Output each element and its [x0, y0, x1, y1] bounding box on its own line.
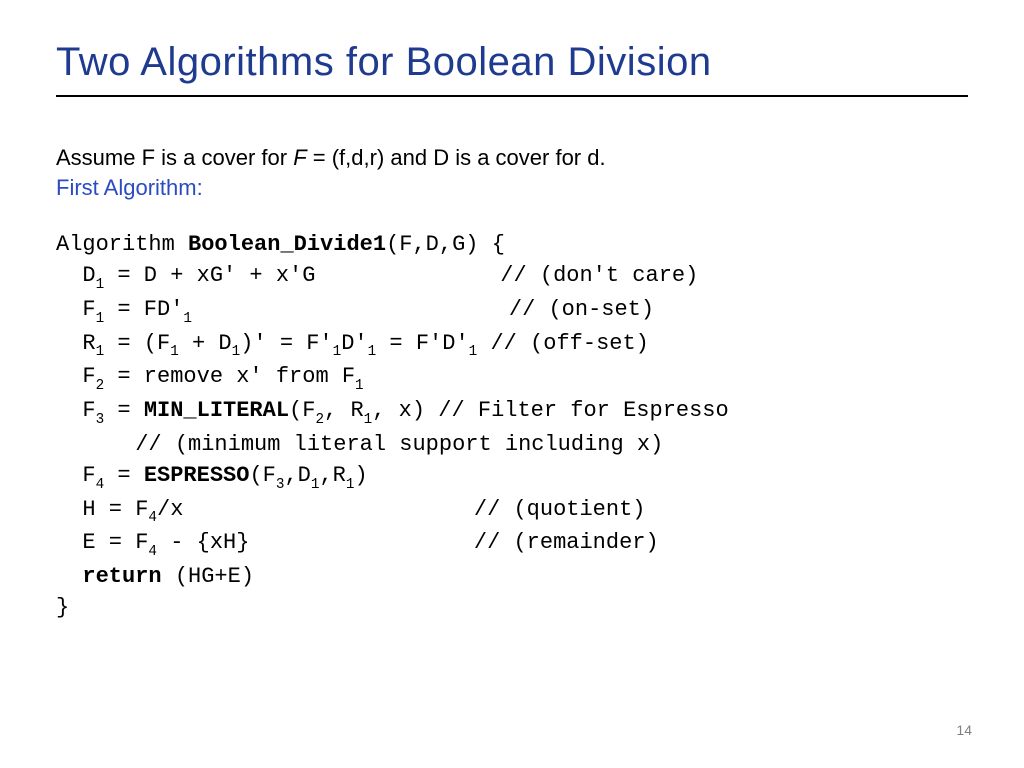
sig-args: (F,D,G) {: [386, 232, 505, 257]
l2a: F: [56, 297, 96, 322]
l1b: = D + xG' + x'G // (don't care): [104, 263, 698, 288]
l7b: =: [104, 463, 144, 488]
l3-sub6: 1: [469, 344, 478, 360]
l9a: E = F: [56, 530, 148, 555]
l7c: (F: [249, 463, 275, 488]
l10b: (HG+E): [162, 564, 254, 589]
l8b: /x // (quotient): [157, 497, 645, 522]
l3-sub5: 1: [368, 344, 377, 360]
l5b: =: [104, 398, 144, 423]
l10-kw: return: [82, 564, 161, 589]
l3c: + D: [179, 331, 232, 356]
l5d: , R: [324, 398, 364, 423]
l4-sub1: 2: [96, 378, 105, 394]
first-algorithm-label: First Algorithm:: [56, 175, 968, 201]
l2-sub2: 1: [183, 311, 192, 327]
l3e: D': [341, 331, 367, 356]
title-divider: [56, 95, 968, 97]
l5-fn: MIN_LITERAL: [144, 398, 289, 423]
l7a: F: [56, 463, 96, 488]
l9-sub1: 4: [148, 544, 157, 560]
l5e: , x) // Filter for Espresso: [372, 398, 728, 423]
l3g: // (off-set): [477, 331, 649, 356]
l6: // (minimum literal support including x): [56, 432, 663, 457]
l4-sub2: 1: [355, 378, 364, 394]
l5a: F: [56, 398, 96, 423]
l7-fn: ESPRESSO: [144, 463, 250, 488]
l10a: [56, 564, 82, 589]
l7d: ,D: [284, 463, 310, 488]
intro-text: Assume F is a cover for F = (f,d,r) and …: [56, 145, 968, 171]
l3-sub4: 1: [333, 344, 342, 360]
l3d: )' = F': [240, 331, 332, 356]
l3f: = F'D': [376, 331, 468, 356]
slide-title: Two Algorithms for Boolean Division: [56, 40, 968, 85]
l11: }: [56, 595, 69, 620]
intro-suffix: = (f,d,r) and D is a cover for d.: [307, 145, 606, 170]
l7-sub1: 4: [96, 477, 105, 493]
l8-sub1: 4: [148, 510, 157, 526]
intro-italic: F: [293, 145, 306, 170]
l4b: = remove x' from F: [104, 364, 355, 389]
l5-sub2: 2: [315, 412, 324, 428]
l4a: F: [56, 364, 96, 389]
l7-sub2: 3: [276, 477, 285, 493]
l3-sub3: 1: [232, 344, 241, 360]
l5-sub3: 1: [364, 412, 373, 428]
l5-sub1: 3: [96, 412, 105, 428]
l7f: ): [354, 463, 367, 488]
l9b: - {xH} // (remainder): [157, 530, 659, 555]
slide: Two Algorithms for Boolean Division Assu…: [0, 0, 1024, 768]
l2-sub1: 1: [96, 311, 105, 327]
l2c: // (on-set): [192, 297, 654, 322]
page-number: 14: [956, 722, 972, 738]
l3-sub2: 1: [170, 344, 179, 360]
l3-sub1: 1: [96, 344, 105, 360]
l7e: ,R: [319, 463, 345, 488]
l1-sub: 1: [96, 277, 105, 293]
l3b: = (F: [104, 331, 170, 356]
algorithm-code: Algorithm Boolean_Divide1(F,D,G) { D1 = …: [56, 229, 968, 623]
l2b: = FD': [104, 297, 183, 322]
l5c: (F: [289, 398, 315, 423]
l8a: H = F: [56, 497, 148, 522]
l7-sub3: 1: [311, 477, 320, 493]
l1a: D: [56, 263, 96, 288]
sig-name: Boolean_Divide1: [188, 232, 386, 257]
l7-sub4: 1: [346, 477, 355, 493]
intro-prefix: Assume F is a cover for: [56, 145, 293, 170]
l3a: R: [56, 331, 96, 356]
sig-pre: Algorithm: [56, 232, 188, 257]
